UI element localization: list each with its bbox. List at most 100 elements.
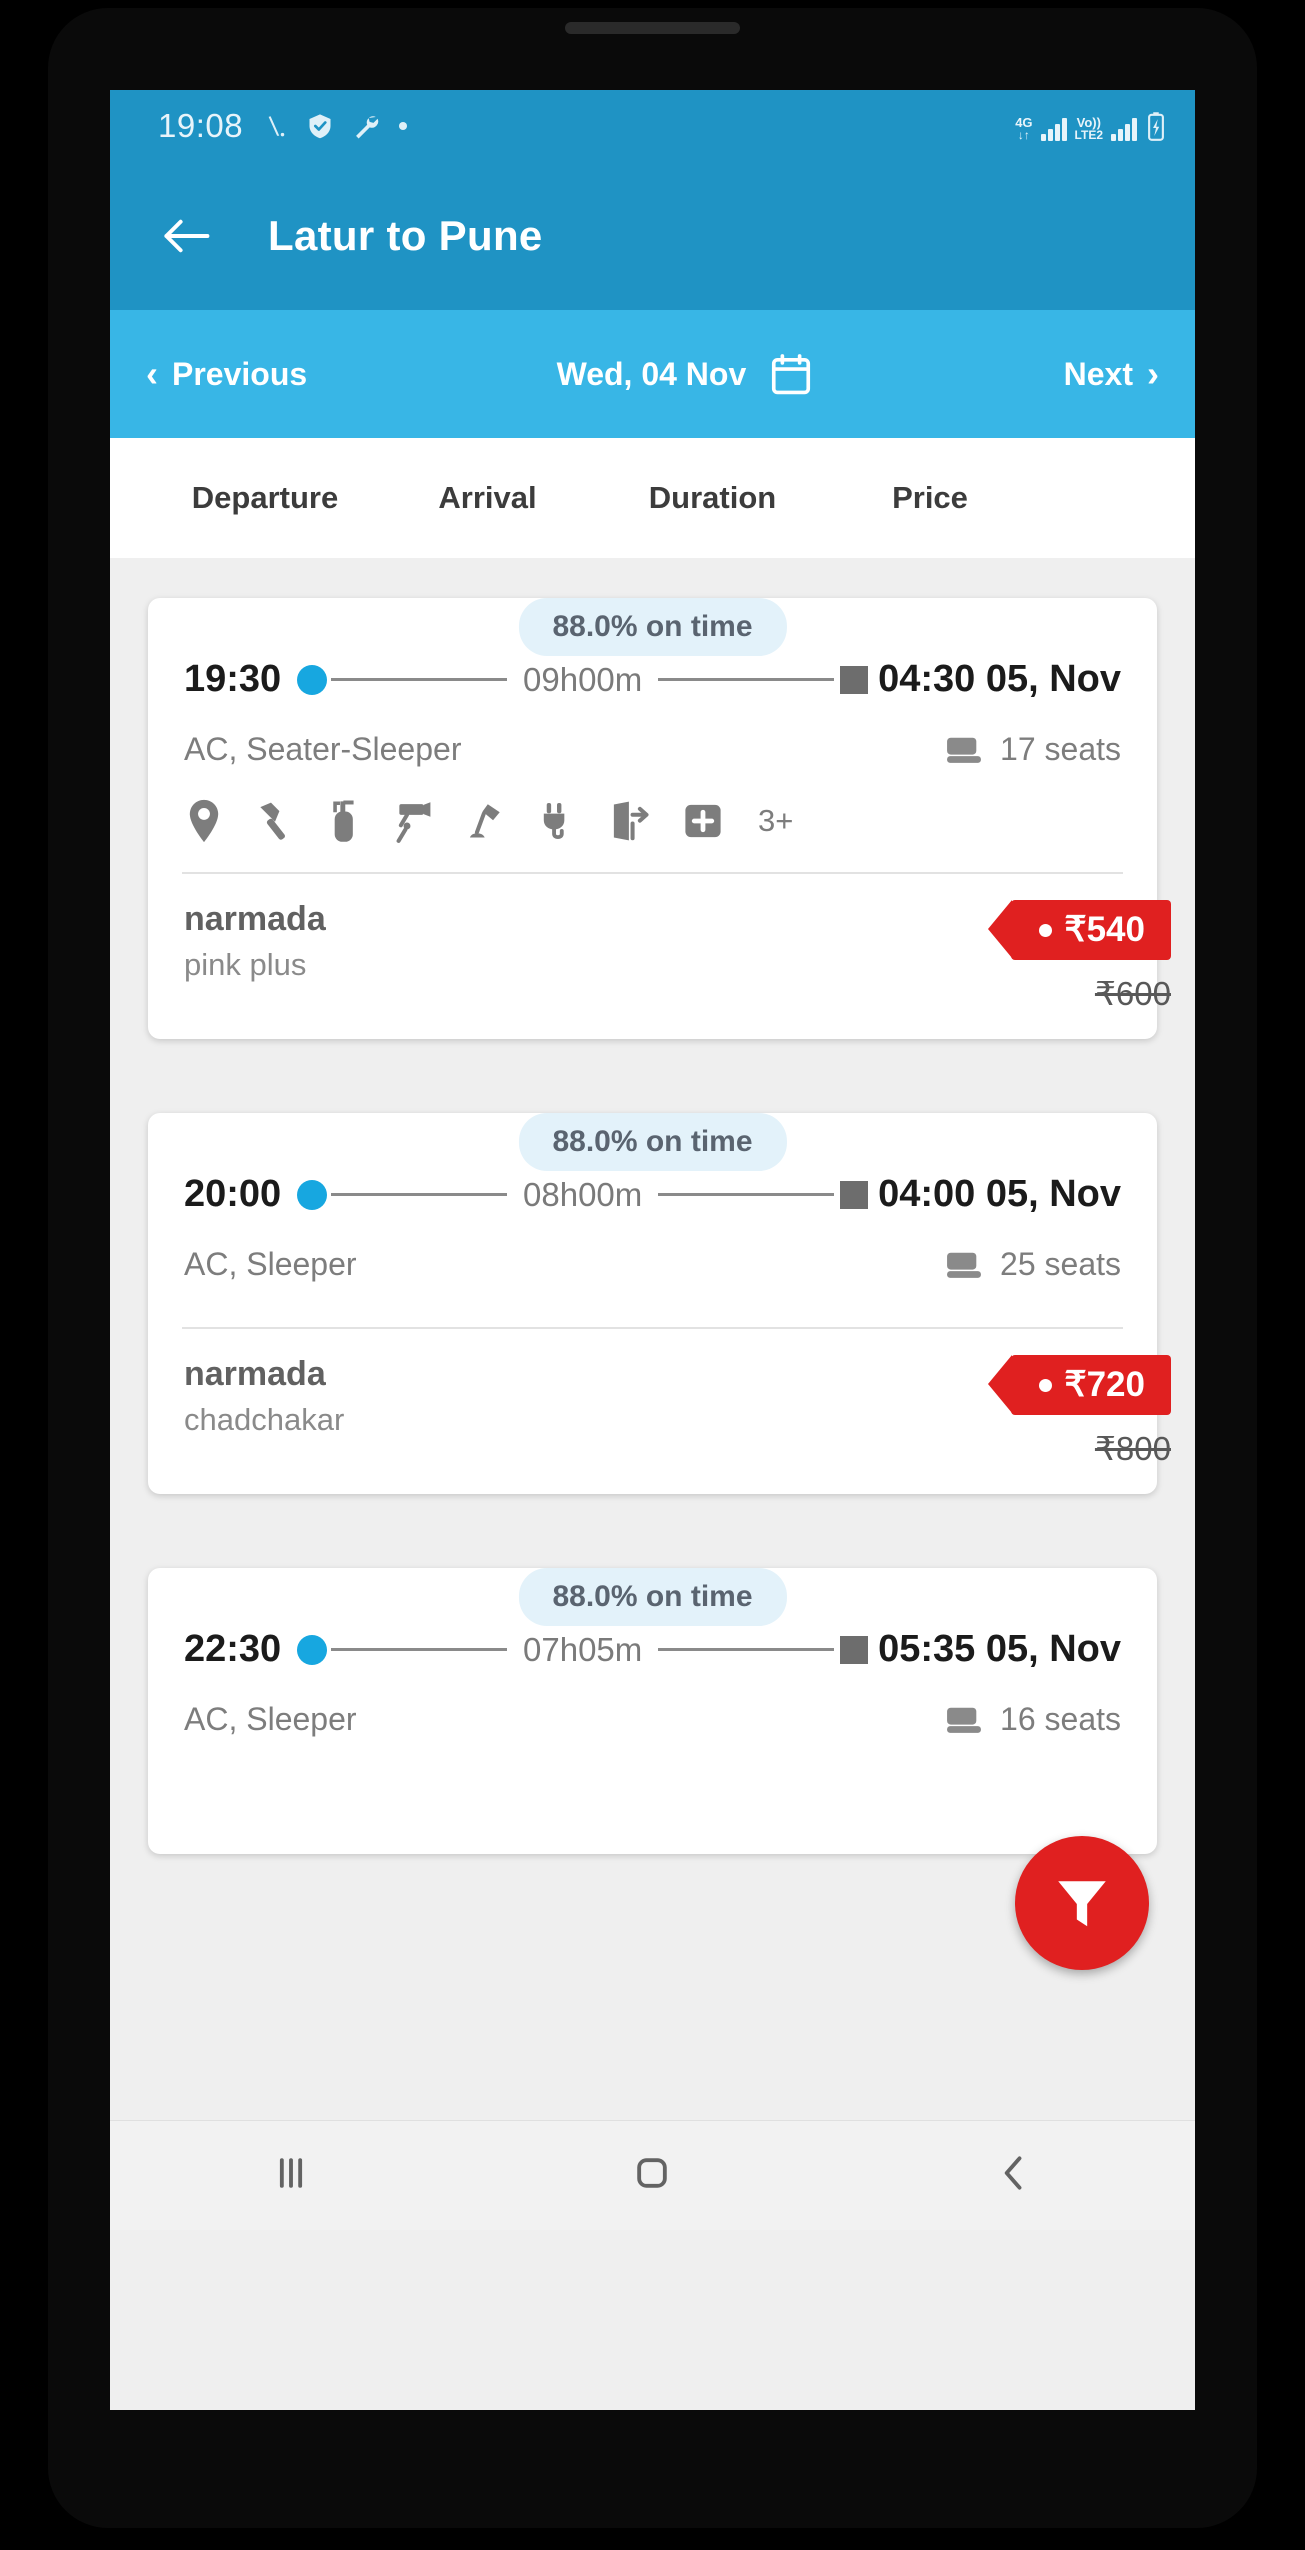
home-button[interactable] [630, 2151, 674, 2200]
operator-price-row: narmada chadchakar ₹720 ₹800 [184, 1329, 1171, 1468]
operator-service: chadchakar [184, 1402, 345, 1437]
bus-type: AC, Sleeper [184, 1246, 357, 1282]
price-current: ₹720 [1064, 1365, 1145, 1404]
departure-time: 22:30 [184, 1628, 282, 1670]
price-tag-hole-icon [1039, 1378, 1053, 1392]
bus-time-row: 20:00 08h00m 04:00 05, Nov [184, 1173, 1121, 1216]
route-line-right [658, 1193, 835, 1196]
back-button[interactable] [158, 208, 214, 264]
bus-result-item[interactable]: 88.0% on time 22:30 07h05m 05:35 05, Nov… [148, 1568, 1157, 1854]
on-time-badge: 88.0% on time [518, 598, 787, 656]
wrench-icon [356, 116, 379, 139]
bus-type: AC, Sleeper [184, 1701, 357, 1737]
phone-device: 19:08 4G ↓↑ Vo)) LTE2 Latur to Pune ‹ Pr… [0, 0, 1305, 2550]
column-header-departure[interactable]: Departure [150, 480, 380, 516]
departure-dot-icon [297, 1179, 328, 1210]
fire-extinguisher-icon [333, 800, 354, 842]
status-icons-left [263, 110, 409, 142]
price-tag[interactable]: ₹720 [988, 1355, 1171, 1415]
price-current: ₹540 [1064, 910, 1145, 949]
route-line-right [658, 1648, 835, 1651]
price-original: ₹600 [1094, 975, 1171, 1012]
signal-slash-icon [268, 116, 285, 137]
first-aid-kit-icon [685, 804, 721, 838]
price-block: ₹720 ₹800 [988, 1355, 1171, 1468]
seats-text: 17 seats [1000, 731, 1121, 767]
filter-fab-button[interactable] [1015, 1836, 1149, 1970]
previous-label: Previous [172, 355, 308, 392]
price-tag[interactable]: ₹540 [988, 900, 1171, 960]
recents-icon [279, 2158, 302, 2188]
operator-price-row: narmada pink plus ₹540 ₹600 [184, 874, 1171, 1013]
sort-column-headers: Departure Arrival Duration Price [110, 438, 1195, 558]
bus-card[interactable]: 19:30 09h00m 04:30 05, Nov AC, Seater-Sl… [148, 598, 1171, 1039]
arrival-time: 05:35 05, Nov [878, 1628, 1122, 1670]
trip-duration: 08h00m [523, 1175, 643, 1213]
app-bar: Latur to Pune [110, 162, 1195, 310]
chevron-left-icon: ‹ [146, 353, 158, 394]
earpiece-speaker [565, 22, 740, 34]
trip-duration: 09h00m [523, 660, 643, 698]
home-icon [637, 2158, 668, 2188]
previous-day-button[interactable]: ‹ Previous [146, 356, 307, 393]
recents-button[interactable] [269, 2151, 313, 2200]
departure-time: 20:00 [184, 1173, 282, 1215]
bus-type-row: AC, Sleeper 25 seats [184, 1246, 1121, 1283]
status-icons-right: 4G ↓↑ Vo)) LTE2 [1015, 111, 1167, 141]
route-line-left [331, 1648, 508, 1651]
emergency-exit-icon [613, 801, 649, 841]
column-header-duration[interactable]: Duration [595, 480, 830, 516]
operator-name: narmada [184, 900, 326, 938]
route-line-left [331, 678, 508, 681]
hammer-icon [260, 802, 285, 840]
date-picker[interactable]: Wed, 04 Nov [307, 351, 1063, 397]
amenities-row: 3+ [184, 798, 1121, 872]
bus-result-item[interactable]: 88.0% on time 19:30 09h00m 04:30 05, Nov… [148, 598, 1171, 1039]
page-title: Latur to Pune [268, 212, 543, 259]
phone-screen: 19:08 4G ↓↑ Vo)) LTE2 Latur to Pune ‹ Pr… [110, 90, 1195, 2410]
column-header-arrival[interactable]: Arrival [380, 480, 595, 516]
price-tag-hole-icon [1039, 923, 1053, 937]
arrival-time: 04:30 05, Nov [878, 658, 1122, 700]
chevron-right-icon: › [1147, 353, 1159, 394]
seats-available: 16 seats [944, 1701, 1121, 1738]
trip-duration: 07h05m [523, 1630, 643, 1668]
departure-dot-icon [297, 1634, 328, 1665]
calendar-icon [772, 354, 811, 395]
column-header-price[interactable]: Price [830, 480, 1030, 516]
bus-type: AC, Seater-Sleeper [184, 731, 462, 767]
bus-results-list[interactable]: 88.0% on time 19:30 09h00m 04:30 05, Nov… [110, 558, 1195, 2120]
operator-name: narmada [184, 1355, 326, 1393]
bus-result-item[interactable]: 88.0% on time 20:00 08h00m 04:00 05, Nov… [148, 1113, 1171, 1494]
signal-bars-sim1-icon [1040, 117, 1067, 141]
lte2-text: LTE2 [1074, 128, 1103, 142]
operator-block: narmada chadchakar [184, 1355, 344, 1438]
back-nav-button[interactable] [992, 2151, 1036, 2200]
amenities-spacer [184, 1738, 1121, 1828]
departure-dot-icon [297, 664, 328, 695]
price-block: ₹540 ₹600 [988, 900, 1171, 1013]
on-time-badge: 88.0% on time [518, 1568, 787, 1626]
cctv-camera-icon [396, 802, 431, 843]
seat-icon [947, 737, 981, 763]
amenities-spacer [184, 1283, 1121, 1327]
arrival-time: 04:00 05, Nov [878, 1173, 1122, 1215]
shield-check-icon [309, 114, 331, 139]
selected-date: Wed, 04 Nov [556, 355, 747, 392]
network-4g-label: 4G ↓↑ [1015, 116, 1032, 141]
back-arrow-icon [164, 219, 210, 253]
network-lte2-label: Vo)) LTE2 [1075, 116, 1103, 141]
date-navigation-bar: ‹ Previous Wed, 04 Nov Next › [110, 310, 1195, 438]
operator-service: pink plus [184, 947, 307, 982]
operator-block: narmada pink plus [184, 900, 326, 983]
status-time: 19:08 [158, 107, 244, 144]
seats-available: 17 seats [944, 731, 1121, 768]
filter-funnel-icon [1058, 1881, 1106, 1927]
signal-bars-sim2-icon [1111, 117, 1137, 141]
seat-icon [947, 1252, 981, 1278]
location-pin-icon [189, 799, 219, 843]
amenities-more-count[interactable]: 3+ [758, 803, 793, 839]
system-navigation-bar [110, 2120, 1195, 2230]
next-day-button[interactable]: Next › [1064, 356, 1159, 393]
bus-type-row: AC, Sleeper 16 seats [184, 1701, 1121, 1738]
